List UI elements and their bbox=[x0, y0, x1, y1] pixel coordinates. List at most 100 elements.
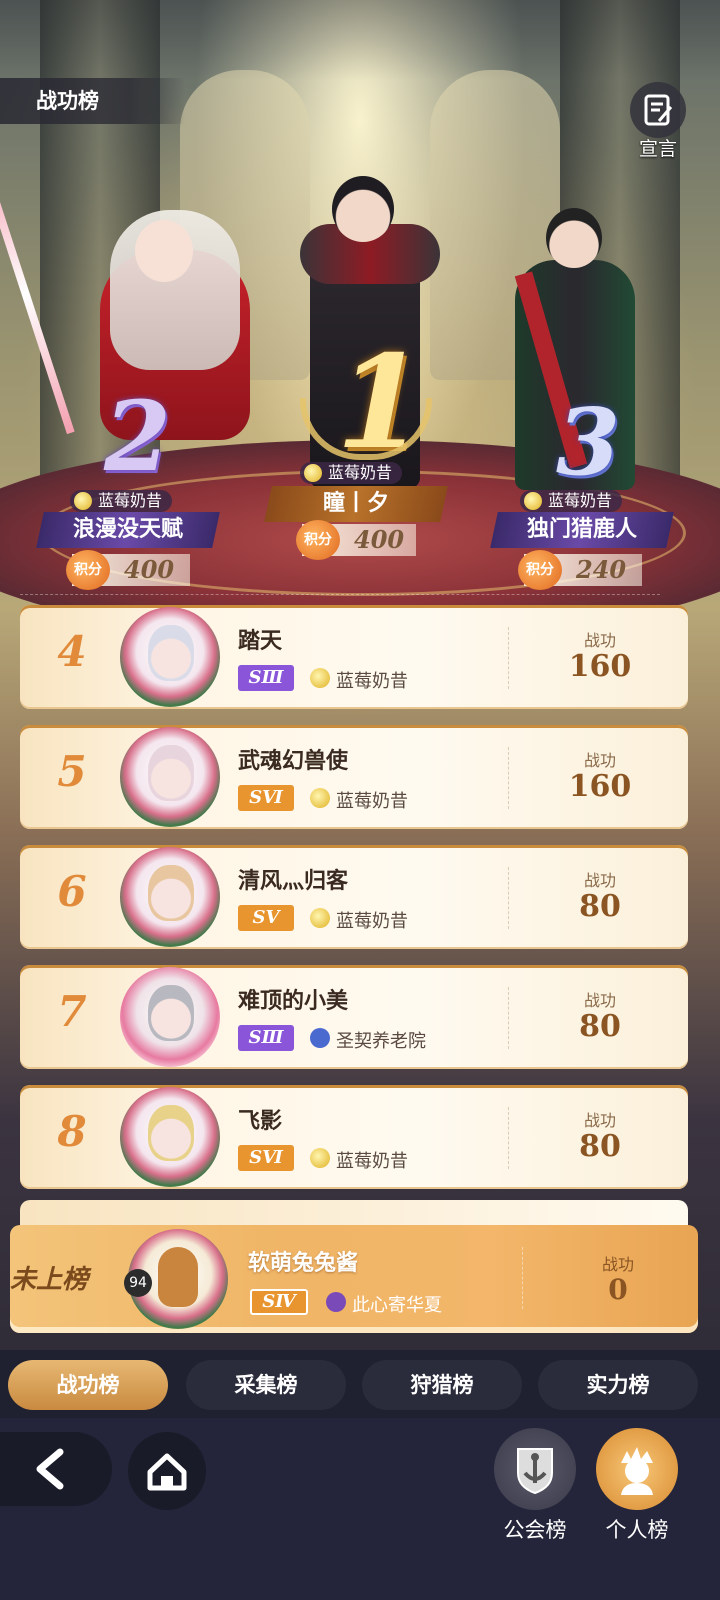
back-button[interactable] bbox=[0, 1432, 112, 1506]
tab-strength[interactable]: 实力榜 bbox=[538, 1360, 698, 1410]
guild-board-button[interactable]: 公会榜 bbox=[490, 1428, 580, 1544]
player-name: 独门猎鹿人 bbox=[526, 517, 637, 542]
guild-label: 蓝莓奶昔 bbox=[310, 787, 408, 813]
tab-gathering[interactable]: 采集榜 bbox=[186, 1360, 346, 1410]
character-head bbox=[135, 220, 193, 282]
ranking-row[interactable]: 8 飞影 SⅥ 蓝莓奶昔 战功 80 bbox=[20, 1085, 688, 1189]
rank-2-numeral: 2 bbox=[104, 380, 171, 493]
avatar-face bbox=[148, 865, 194, 921]
podium-1-name[interactable]: 瞳丨夕 bbox=[264, 486, 448, 522]
ranking-row[interactable]: 7 难顶的小美 SⅢ 圣契养老院 战功 80 bbox=[20, 965, 688, 1069]
player-name: 难顶的小美 bbox=[238, 989, 349, 1014]
stat-label: 战功 bbox=[601, 1255, 634, 1274]
guild-name: 圣契养老院 bbox=[336, 1031, 426, 1052]
top-fade bbox=[0, 0, 720, 80]
guild-board-icon bbox=[494, 1428, 576, 1510]
declare-button[interactable]: 宣言 bbox=[628, 82, 688, 160]
level-badge: 94 bbox=[124, 1269, 152, 1297]
declare-icon bbox=[630, 82, 686, 138]
guild-emblem-icon bbox=[326, 1292, 346, 1312]
avatar[interactable] bbox=[120, 1087, 220, 1187]
player-name: 软萌兔兔酱 bbox=[248, 1251, 359, 1276]
guild-label: 蓝莓奶昔 bbox=[310, 667, 408, 693]
avatar[interactable] bbox=[120, 607, 220, 707]
self-ranking-row[interactable]: 未上榜 94 软萌兔兔酱 SⅣ 此心寄华夏 战功 0 bbox=[10, 1225, 698, 1333]
guild-name: 蓝莓奶昔 bbox=[336, 671, 408, 692]
stat-value: 80 bbox=[579, 1009, 621, 1044]
stat-value: 80 bbox=[579, 1129, 621, 1164]
tier-badge: SⅢ bbox=[238, 665, 294, 691]
character-head bbox=[332, 176, 394, 242]
score-badge-icon: 积分 bbox=[296, 520, 340, 560]
tier-badge: SⅥ bbox=[238, 1145, 294, 1171]
stat-value: 160 bbox=[568, 769, 632, 804]
stat-label: 战功 bbox=[583, 871, 616, 890]
guild-label: 此心寄华夏 bbox=[326, 1291, 442, 1317]
avatar[interactable] bbox=[120, 847, 220, 947]
divider bbox=[20, 594, 660, 595]
row-rank: 6 bbox=[57, 867, 87, 916]
row-separator bbox=[508, 747, 509, 809]
guild-board-label: 公会榜 bbox=[503, 1518, 567, 1542]
player-name: 清风灬归客 bbox=[238, 869, 349, 894]
tier-badge: SⅢ bbox=[238, 1025, 294, 1051]
podium-2-score: 积分 400 bbox=[66, 550, 190, 590]
ranking-row[interactable]: 6 清风灬归客 SⅤ 蓝莓奶昔 战功 80 bbox=[20, 845, 688, 949]
ranking-row[interactable]: 5 武魂幻兽使 SⅥ 蓝莓奶昔 战功 160 bbox=[20, 725, 688, 829]
tab-hunting[interactable]: 狩猎榜 bbox=[362, 1360, 522, 1410]
guild-name: 蓝莓奶昔 bbox=[336, 1151, 408, 1172]
row-rank: 7 bbox=[57, 987, 87, 1036]
guild-name: 蓝莓奶昔 bbox=[98, 491, 163, 510]
player-name: 飞影 bbox=[238, 1109, 283, 1134]
guild-emblem-icon bbox=[310, 908, 330, 928]
score-badge-icon: 积分 bbox=[66, 550, 110, 590]
row-separator bbox=[508, 1107, 509, 1169]
character-head bbox=[546, 208, 602, 268]
stat-label: 战功 bbox=[583, 991, 616, 1010]
personal-board-button[interactable]: 个人榜 bbox=[592, 1428, 682, 1544]
avatar[interactable] bbox=[120, 727, 220, 827]
guild-emblem-icon bbox=[310, 788, 330, 808]
podium-3-guild: 蓝莓奶昔 bbox=[520, 490, 623, 512]
podium-2-name[interactable]: 浪漫没天赋 bbox=[36, 512, 220, 548]
stat-value: 80 bbox=[579, 889, 621, 924]
avatar-face bbox=[148, 745, 194, 801]
tab-merit[interactable]: 战功榜 bbox=[8, 1360, 168, 1410]
home-button[interactable] bbox=[128, 1432, 206, 1510]
stat-label: 战功 bbox=[583, 631, 616, 650]
row-separator bbox=[508, 987, 509, 1049]
tier-badge: SⅤ bbox=[238, 905, 294, 931]
player-name: 瞳丨夕 bbox=[322, 491, 389, 516]
player-name: 踏天 bbox=[238, 629, 283, 654]
staff bbox=[0, 155, 75, 435]
ranking-row[interactable]: 4 踏天 SⅢ 蓝莓奶昔 战功 160 bbox=[20, 605, 688, 709]
self-rank: 未上榜 bbox=[10, 1265, 89, 1295]
personal-board-icon bbox=[596, 1428, 678, 1510]
score-value: 400 bbox=[124, 555, 175, 584]
score-value: 400 bbox=[354, 525, 405, 554]
avatar[interactable] bbox=[120, 967, 220, 1067]
row-separator bbox=[508, 867, 509, 929]
rank-3-numeral: 3 bbox=[556, 388, 621, 496]
podium-3-name[interactable]: 独门猎鹿人 bbox=[490, 512, 674, 548]
avatar-face bbox=[148, 985, 194, 1041]
guild-name: 蓝莓奶昔 bbox=[336, 911, 408, 932]
avatar-face bbox=[148, 1105, 194, 1161]
avatar-face bbox=[148, 625, 194, 681]
guild-label: 圣契养老院 bbox=[310, 1027, 426, 1053]
guild-label: 蓝莓奶昔 bbox=[310, 907, 408, 933]
podium-3-score: 积分 240 bbox=[518, 550, 642, 590]
guild-emblem-icon bbox=[310, 1148, 330, 1168]
home-icon bbox=[147, 1453, 187, 1491]
guild-emblem-icon bbox=[304, 464, 322, 482]
page-title: 战功榜 bbox=[0, 78, 185, 124]
row-rank: 5 bbox=[57, 747, 87, 796]
gingerbread-icon bbox=[158, 1247, 198, 1307]
podium-1-guild: 蓝莓奶昔 bbox=[300, 462, 403, 484]
guild-emblem-icon bbox=[524, 492, 542, 510]
guild-name: 蓝莓奶昔 bbox=[548, 491, 613, 510]
podium-2-guild: 蓝莓奶昔 bbox=[70, 490, 173, 512]
row-separator bbox=[508, 627, 509, 689]
back-arrow-icon bbox=[36, 1448, 64, 1490]
guild-name: 此心寄华夏 bbox=[352, 1295, 442, 1316]
